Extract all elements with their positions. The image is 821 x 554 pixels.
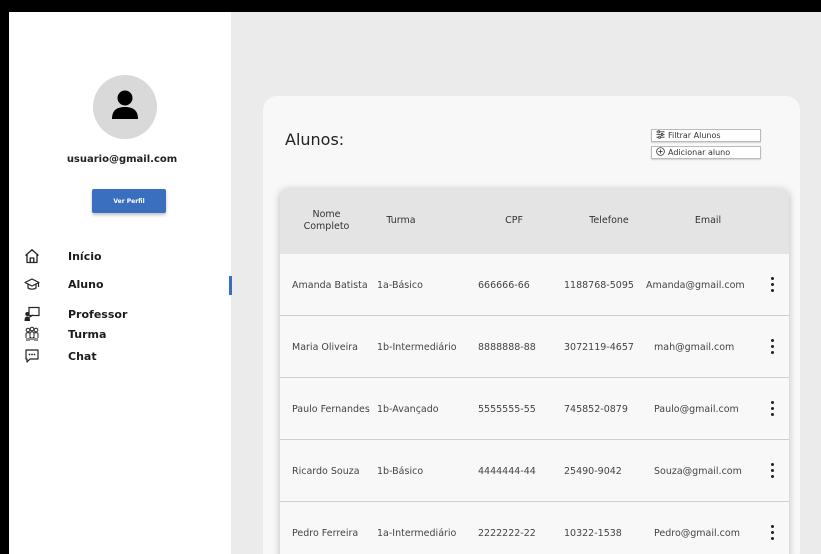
table-header: Nome Completo Turma CPF Telefone Email xyxy=(280,188,789,254)
cell-name: Pedro Ferreira xyxy=(292,527,359,539)
table-row[interactable]: Paulo Fernandes 1b-Avançado 5555555-55 7… xyxy=(280,378,789,440)
table-row[interactable]: Amanda Batista 1a-Básico 666666-66 11887… xyxy=(280,254,789,316)
cell-telefone: 1188768-5095 xyxy=(564,279,634,291)
view-profile-button[interactable]: Ver Perfil xyxy=(92,189,166,213)
cell-turma: 1b-Básico xyxy=(377,465,424,477)
cell-cpf: 5555555-55 xyxy=(478,403,536,415)
page-title: Alunos: xyxy=(285,130,345,149)
cell-email: mah@gmail.com xyxy=(654,341,735,353)
cell-cpf: 666666-66 xyxy=(478,279,530,291)
app-frame: usuario@gmail.com Ver Perfil Início Alun… xyxy=(9,12,821,554)
group-icon xyxy=(25,326,39,341)
teacher-board-icon xyxy=(24,306,40,321)
sidebar-item-professor[interactable]: Professor xyxy=(9,306,231,324)
cell-telefone: 3072119-4657 xyxy=(564,341,634,353)
sidebar-item-label: Professor xyxy=(68,308,128,321)
students-card: Alunos: Filtrar Alunos Adicionar aluno N… xyxy=(263,96,800,554)
cell-cpf: 8888888-88 xyxy=(478,341,536,353)
sidebar-item-inicio[interactable]: Início xyxy=(9,248,231,266)
sidebar-item-label: Aluno xyxy=(68,278,104,291)
user-icon xyxy=(112,90,138,119)
cell-telefone: 25490-9042 xyxy=(564,465,622,477)
cell-email: Pedro@gmail.com xyxy=(654,527,740,539)
table-row[interactable]: Pedro Ferreira 1a-Intermediário 2222222-… xyxy=(280,502,789,554)
user-email: usuario@gmail.com xyxy=(66,154,178,165)
cell-email: Amanda@gmail.com xyxy=(646,279,745,291)
cell-telefone: 745852-0879 xyxy=(564,403,628,415)
column-header-email[interactable]: Email xyxy=(678,188,738,254)
row-menu-icon[interactable] xyxy=(766,398,778,418)
filter-students-label: Filtrar Alunos xyxy=(668,131,721,140)
students-table: Nome Completo Turma CPF Telefone Email A… xyxy=(280,188,789,554)
cell-name: Maria Oliveira xyxy=(292,341,358,353)
home-icon xyxy=(25,249,39,264)
column-header-cpf[interactable]: CPF xyxy=(494,188,534,254)
row-menu-icon[interactable] xyxy=(766,274,778,294)
cell-name: Amanda Batista xyxy=(292,279,368,291)
graduation-cap-icon xyxy=(24,278,40,290)
table-row[interactable]: Ricardo Souza 1b-Básico 4444444-44 25490… xyxy=(280,440,789,502)
cell-name: Paulo Fernandes xyxy=(292,403,370,415)
row-menu-icon[interactable] xyxy=(766,522,778,542)
add-student-button[interactable]: Adicionar aluno xyxy=(651,146,761,159)
column-header-turma[interactable]: Turma xyxy=(375,188,427,254)
sidebar-item-chat[interactable]: Chat xyxy=(9,348,231,366)
avatar[interactable] xyxy=(93,75,157,139)
cell-turma: 1a-Básico xyxy=(377,279,423,291)
sidebar-item-turma[interactable]: Turma xyxy=(9,326,231,344)
cell-turma: 1b-Avançado xyxy=(377,403,439,415)
active-nav-indicator xyxy=(229,276,232,295)
table-row[interactable]: Maria Oliveira 1b-Intermediário 8888888-… xyxy=(280,316,789,378)
column-header-telefone[interactable]: Telefone xyxy=(579,188,639,254)
add-student-label: Adicionar aluno xyxy=(668,148,731,157)
sidebar-item-label: Chat xyxy=(68,350,97,363)
sliders-icon xyxy=(656,130,665,139)
row-menu-icon[interactable] xyxy=(766,460,778,480)
cell-email: Souza@gmail.com xyxy=(654,465,742,477)
sidebar: usuario@gmail.com Ver Perfil Início Alun… xyxy=(9,12,231,554)
chat-bubble-icon xyxy=(25,349,39,363)
sidebar-item-label: Turma xyxy=(68,328,107,341)
cell-telefone: 10322-1538 xyxy=(564,527,622,539)
cell-cpf: 2222222-22 xyxy=(478,527,536,539)
cell-name: Ricardo Souza xyxy=(292,465,360,477)
sidebar-item-label: Início xyxy=(68,250,102,263)
cell-email: Paulo@gmail.com xyxy=(654,403,739,415)
sidebar-item-aluno[interactable]: Aluno xyxy=(9,276,231,294)
cell-turma: 1b-Intermediário xyxy=(377,341,457,353)
row-menu-icon[interactable] xyxy=(766,336,778,356)
column-header-name[interactable]: Nome Completo xyxy=(294,188,359,254)
cell-cpf: 4444444-44 xyxy=(478,465,536,477)
cell-turma: 1a-Intermediário xyxy=(377,527,457,539)
plus-circle-icon xyxy=(656,147,665,156)
filter-students-button[interactable]: Filtrar Alunos xyxy=(651,129,761,142)
